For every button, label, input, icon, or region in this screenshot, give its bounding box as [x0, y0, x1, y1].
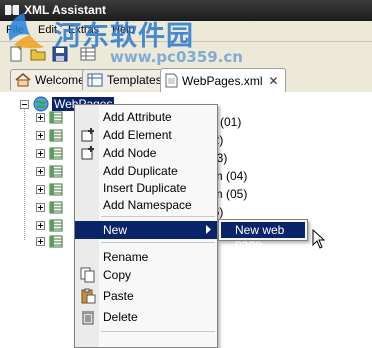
menu-separator	[101, 331, 215, 332]
element-node-icon	[49, 165, 63, 178]
menu-item-label: Add Node	[103, 146, 157, 160]
mouse-cursor-icon	[312, 229, 326, 249]
expand-icon[interactable]	[36, 131, 45, 140]
tab-webpages-label: WebPages.xml	[182, 73, 263, 88]
menu-copy[interactable]: Copy	[75, 266, 217, 284]
paste-icon	[81, 288, 96, 304]
tree-connector	[24, 108, 25, 240]
expand-icon[interactable]	[36, 203, 45, 212]
tree-child-row[interactable]	[36, 111, 63, 124]
expand-icon[interactable]	[36, 185, 45, 194]
home-icon	[15, 73, 31, 87]
element-node-icon	[49, 183, 63, 196]
document-icon	[165, 73, 178, 88]
tab-templates-label: Templates	[107, 73, 162, 87]
element-node-icon	[49, 219, 63, 232]
menu-rename[interactable]: Rename	[75, 248, 217, 266]
menu-item-label: Delete	[103, 310, 138, 324]
menu-item-label: Add Duplicate	[103, 164, 178, 178]
menu-extras[interactable]: Extras	[68, 24, 99, 36]
tree-child-row[interactable]	[36, 219, 63, 232]
title-bar: XML Assistant	[0, 0, 372, 21]
menu-item-label: Insert Duplicate	[103, 181, 187, 195]
delete-icon	[82, 311, 94, 325]
tree-child-row[interactable]	[36, 183, 63, 196]
tab-welcome-label: Welcome	[35, 73, 85, 87]
element-node-icon	[49, 235, 63, 248]
menu-item-label: Copy	[103, 268, 132, 282]
menu-item-label: Paste	[103, 289, 134, 303]
menu-item-label: Add Element	[103, 128, 172, 142]
expand-icon[interactable]	[36, 221, 45, 230]
menu-help[interactable]: Help	[112, 24, 135, 36]
tab-welcome[interactable]: Welcome	[10, 69, 92, 90]
menu-separator	[101, 216, 215, 217]
toolbar	[0, 42, 372, 66]
submenu-item-label: New web page	[235, 223, 285, 251]
new-submenu: New web page	[218, 219, 308, 251]
globe-icon	[33, 96, 49, 112]
menu-item-label: Rename	[103, 250, 149, 264]
context-menu: Add Attribute Add Element Add Node Add D…	[74, 104, 218, 348]
tab-bar: Welcome Templates WebPages.xml ✕	[0, 66, 372, 93]
element-node-icon	[49, 201, 63, 214]
save-icon[interactable]	[52, 46, 68, 62]
templates-icon	[87, 73, 103, 87]
element-node-icon	[49, 111, 63, 124]
tree-child-row[interactable]	[36, 147, 63, 160]
toolbar-grid-icon[interactable]	[80, 46, 96, 62]
element-node-icon	[49, 129, 63, 142]
expand-icon[interactable]	[36, 167, 45, 176]
menu-bar: File Edit Extras Help	[0, 21, 372, 42]
menu-new-web-page[interactable]: New web page	[221, 222, 305, 251]
expand-icon[interactable]	[36, 113, 45, 122]
tree-child-row[interactable]	[36, 129, 63, 142]
menu-add-attribute[interactable]: Add Attribute	[75, 108, 217, 126]
menu-paste[interactable]: Paste	[75, 287, 217, 305]
menu-new[interactable]: New	[75, 221, 217, 239]
expand-icon[interactable]	[36, 149, 45, 158]
tree-child-row[interactable]	[36, 201, 63, 214]
tab-templates[interactable]: Templates	[82, 69, 169, 90]
tree-child-row[interactable]	[36, 165, 63, 178]
menu-delete[interactable]: Delete	[75, 308, 217, 326]
element-node-icon	[49, 147, 63, 160]
expand-icon[interactable]	[36, 237, 45, 246]
tab-webpages-xml[interactable]: WebPages.xml ✕	[160, 68, 286, 92]
menu-item-label: Add Namespace	[103, 198, 192, 212]
menu-separator	[101, 242, 215, 243]
add-element-icon	[81, 128, 94, 142]
menu-add-duplicate[interactable]: Add Duplicate	[75, 162, 217, 180]
menu-insert-duplicate[interactable]: Insert Duplicate	[75, 179, 217, 197]
watermark-logo-icon	[8, 13, 44, 49]
tree-child-row[interactable]	[36, 235, 63, 248]
close-tab-icon[interactable]: ✕	[268, 74, 278, 88]
add-node-icon	[81, 146, 94, 160]
submenu-arrow-icon	[206, 225, 211, 234]
menu-add-node[interactable]: Add Node	[75, 144, 217, 162]
menu-item-label: New	[103, 223, 128, 237]
menu-add-namespace[interactable]: Add Namespace	[75, 196, 217, 214]
menu-add-element[interactable]: Add Element	[75, 126, 217, 144]
copy-icon	[80, 267, 95, 283]
menu-item-label: Add Attribute	[103, 110, 172, 124]
